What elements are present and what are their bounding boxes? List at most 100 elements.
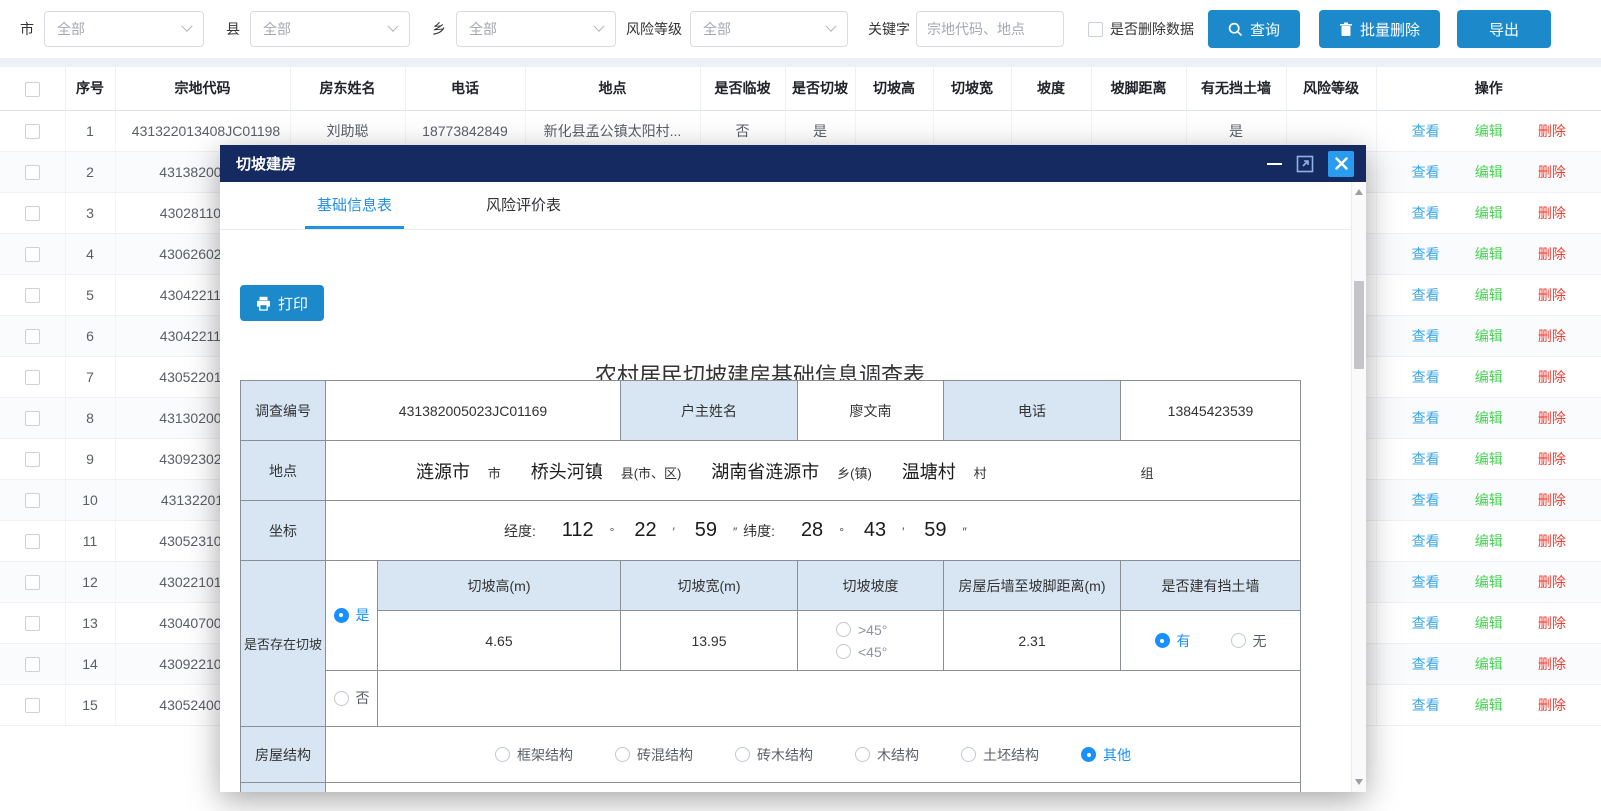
row-checkbox[interactable]	[25, 698, 40, 713]
city-select-value: 全部	[57, 19, 85, 39]
delete-link[interactable]: 删除	[1538, 203, 1566, 223]
row-checkbox[interactable]	[25, 288, 40, 303]
row-checkbox[interactable]	[25, 616, 40, 631]
scroll-down-arrow-icon[interactable]	[1355, 779, 1363, 785]
delete-link[interactable]: 删除	[1538, 572, 1566, 592]
row-checkbox[interactable]	[25, 493, 40, 508]
maximize-icon[interactable]	[1296, 155, 1314, 173]
view-link[interactable]: 查看	[1412, 203, 1440, 223]
view-link[interactable]: 查看	[1412, 367, 1440, 387]
row-checkbox[interactable]	[25, 575, 40, 590]
edit-link[interactable]: 编辑	[1475, 367, 1503, 387]
delete-link[interactable]: 删除	[1538, 613, 1566, 633]
row-checkbox[interactable]	[25, 165, 40, 180]
row-checkbox[interactable]	[25, 124, 40, 139]
delete-link[interactable]: 删除	[1538, 490, 1566, 510]
view-link[interactable]: 查看	[1412, 285, 1440, 305]
delete-link[interactable]: 删除	[1538, 449, 1566, 469]
delete-link[interactable]: 删除	[1538, 531, 1566, 551]
view-link[interactable]: 查看	[1412, 121, 1440, 141]
township-label: 乡	[432, 19, 446, 39]
edit-link[interactable]: 编辑	[1475, 244, 1503, 264]
edit-link[interactable]: 编辑	[1475, 572, 1503, 592]
edit-link[interactable]: 编辑	[1475, 121, 1503, 141]
tab-basic-info[interactable]: 基础信息表	[305, 182, 404, 229]
view-link[interactable]: 查看	[1412, 695, 1440, 715]
edit-link[interactable]: 编辑	[1475, 285, 1503, 305]
view-link[interactable]: 查看	[1412, 531, 1440, 551]
radio-option[interactable]: 框架结构	[495, 745, 573, 765]
delete-link[interactable]: 删除	[1538, 695, 1566, 715]
row-checkbox[interactable]	[25, 657, 40, 672]
show-deleted-checkbox[interactable]	[1088, 22, 1103, 37]
edit-link[interactable]: 编辑	[1475, 531, 1503, 551]
delete-link[interactable]: 删除	[1538, 654, 1566, 674]
row-checkbox[interactable]	[25, 411, 40, 426]
structure-options: 框架结构 砖混结构 砖木结构 木结构 土坯结构 其他	[326, 745, 1300, 765]
delete-link[interactable]: 删除	[1538, 121, 1566, 141]
view-link[interactable]: 查看	[1412, 326, 1440, 346]
row-checkbox[interactable]	[25, 206, 40, 221]
township-select[interactable]: 全部	[456, 11, 616, 47]
edit-link[interactable]: 编辑	[1475, 203, 1503, 223]
minimize-icon[interactable]	[1267, 163, 1282, 165]
radio-option[interactable]: 土坯结构	[961, 745, 1039, 765]
radio-lt45[interactable]: <45°	[836, 644, 887, 660]
delete-link[interactable]: 删除	[1538, 285, 1566, 305]
radio-yes[interactable]: 是	[334, 605, 370, 625]
radio-option[interactable]: 木结构	[855, 745, 919, 765]
query-button[interactable]: 查询	[1208, 10, 1300, 48]
scroll-up-arrow-icon[interactable]	[1355, 189, 1363, 195]
view-link[interactable]: 查看	[1412, 162, 1440, 182]
edit-link[interactable]: 编辑	[1475, 695, 1503, 715]
radio-option[interactable]: 砖混结构	[615, 745, 693, 765]
close-icon[interactable]	[1328, 151, 1354, 177]
view-link[interactable]: 查看	[1412, 244, 1440, 264]
keyword-input[interactable]	[916, 11, 1064, 47]
row-checkbox[interactable]	[25, 247, 40, 262]
delete-link[interactable]: 删除	[1538, 162, 1566, 182]
edit-link[interactable]: 编辑	[1475, 613, 1503, 633]
radio-option[interactable]: 其他	[1081, 745, 1131, 765]
row-checkbox[interactable]	[25, 534, 40, 549]
delete-link[interactable]: 删除	[1538, 326, 1566, 346]
edit-link[interactable]: 编辑	[1475, 326, 1503, 346]
edit-link[interactable]: 编辑	[1475, 408, 1503, 428]
export-button[interactable]: 导出	[1457, 10, 1551, 48]
radio-dot	[495, 747, 510, 762]
radio-no[interactable]: 否	[334, 688, 370, 708]
city-select[interactable]: 全部	[44, 11, 204, 47]
modal-body: 打印 农村居民切坡建房基础信息调查表 调查编号 431382005023JC01…	[220, 230, 1366, 792]
edit-link[interactable]: 编辑	[1475, 449, 1503, 469]
view-link[interactable]: 查看	[1412, 572, 1440, 592]
scrollbar-thumb[interactable]	[1354, 281, 1364, 369]
view-link[interactable]: 查看	[1412, 613, 1440, 633]
row-checkbox[interactable]	[25, 452, 40, 467]
modal-scrollbar[interactable]	[1351, 182, 1366, 792]
risk-level-select[interactable]: 全部	[690, 11, 848, 47]
county-select[interactable]: 全部	[250, 11, 410, 47]
print-button[interactable]: 打印	[240, 285, 324, 321]
edit-link[interactable]: 编辑	[1475, 490, 1503, 510]
county-label: 县	[226, 19, 240, 39]
tab-risk-evaluation[interactable]: 风险评价表	[474, 182, 573, 229]
view-link[interactable]: 查看	[1412, 654, 1440, 674]
delete-link[interactable]: 删除	[1538, 244, 1566, 264]
view-link[interactable]: 查看	[1412, 408, 1440, 428]
radio-gt45[interactable]: >45°	[836, 622, 887, 638]
radio-wall-yes[interactable]: 有	[1155, 631, 1191, 651]
view-link[interactable]: 查看	[1412, 449, 1440, 469]
delete-link[interactable]: 删除	[1538, 367, 1566, 387]
radio-wall-no[interactable]: 无	[1231, 631, 1267, 651]
view-link[interactable]: 查看	[1412, 490, 1440, 510]
radio-dot	[735, 747, 750, 762]
radio-dot	[1155, 633, 1170, 648]
select-all-checkbox[interactable]	[25, 82, 40, 97]
batch-delete-button[interactable]: 批量删除	[1319, 10, 1440, 48]
edit-link[interactable]: 编辑	[1475, 654, 1503, 674]
row-checkbox[interactable]	[25, 329, 40, 344]
delete-link[interactable]: 删除	[1538, 408, 1566, 428]
edit-link[interactable]: 编辑	[1475, 162, 1503, 182]
row-checkbox[interactable]	[25, 370, 40, 385]
radio-option[interactable]: 砖木结构	[735, 745, 813, 765]
